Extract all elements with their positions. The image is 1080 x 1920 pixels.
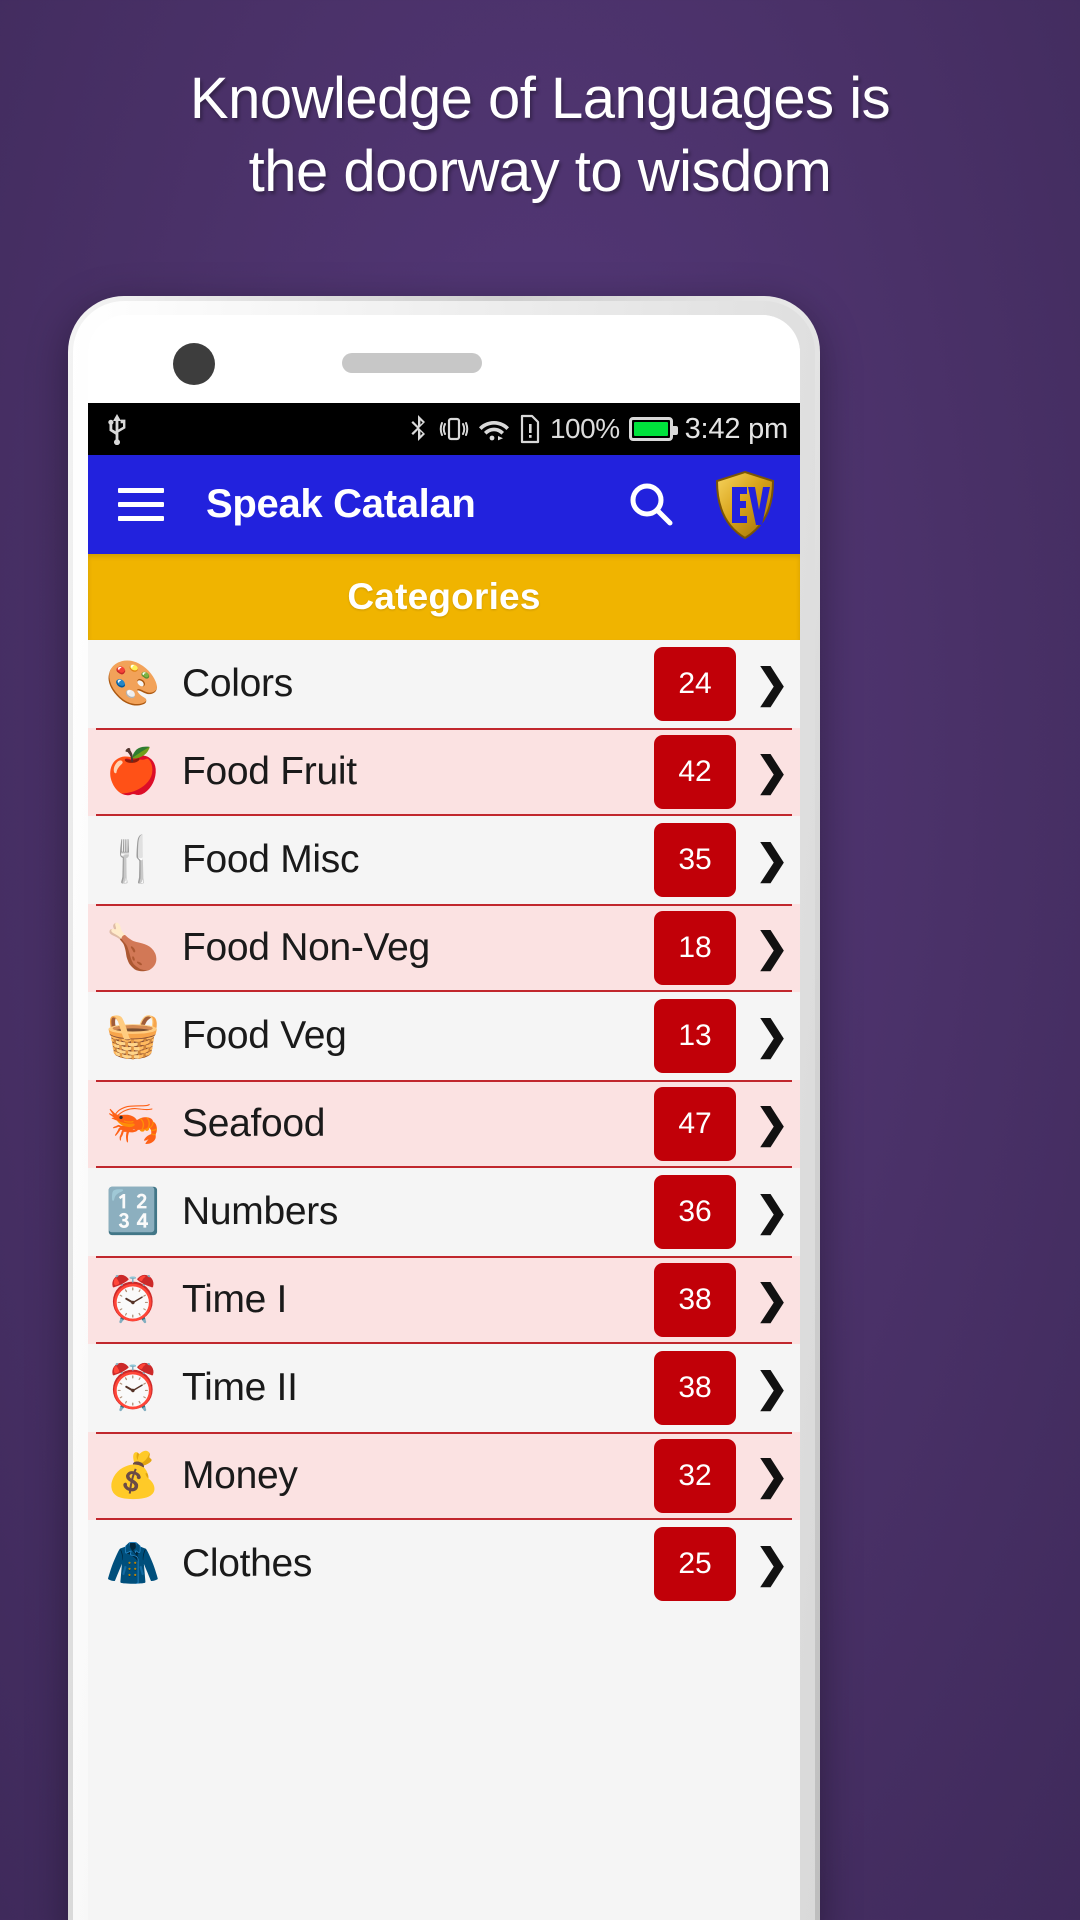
category-row[interactable]: 🦐 Seafood 47 ❯ (88, 1080, 800, 1168)
status-bar-right: 100% 3:42 pm (408, 413, 788, 446)
sim-alert-icon (520, 414, 540, 444)
category-count-badge: 13 (654, 999, 736, 1073)
category-label: Time I (182, 1278, 288, 1321)
category-row[interactable]: 🎨 Colors 24 ❯ (88, 640, 800, 728)
category-count-badge: 38 (654, 1351, 736, 1425)
chevron-right-icon[interactable]: ❯ (752, 928, 792, 968)
alarm-clock-icon: ⏰ (105, 1362, 161, 1413)
category-count-badge: 36 (654, 1175, 736, 1249)
battery-full-icon (628, 417, 678, 441)
category-row[interactable]: 🍗 Food Non-Veg 18 ❯ (88, 904, 800, 992)
category-row[interactable]: 🧥 Clothes 25 ❯ (88, 1520, 800, 1608)
promo-headline-line-2: the doorway to wisdom (248, 139, 832, 205)
app-bar: Speak Catalan (88, 455, 800, 554)
palette-icon: 🎨 (105, 658, 161, 709)
phone-mockup: 100% 3:42 pm Speak Catalan Categories 🎨 … (68, 296, 820, 1920)
category-count-badge: 42 (654, 735, 736, 809)
chevron-right-icon[interactable]: ❯ (752, 1544, 792, 1584)
category-label: Time II (182, 1366, 298, 1409)
category-label: Seafood (182, 1102, 326, 1145)
category-label: Food Fruit (182, 750, 357, 793)
apple-icon: 🍎 (105, 746, 161, 797)
category-label: Food Misc (182, 838, 360, 881)
category-count-badge: 18 (654, 911, 736, 985)
chevron-right-icon[interactable]: ❯ (752, 1456, 792, 1496)
phone-screen: 100% 3:42 pm Speak Catalan Categories 🎨 … (88, 315, 800, 1920)
category-row[interactable]: ⏰ Time I 38 ❯ (88, 1256, 800, 1344)
promo-headline-line-1: Knowledge of Languages is (189, 66, 891, 131)
category-count-badge: 24 (654, 647, 736, 721)
category-count-badge: 25 (654, 1527, 736, 1601)
chevron-right-icon[interactable]: ❯ (752, 664, 792, 704)
wifi-icon (478, 421, 509, 441)
category-count-badge: 32 (654, 1439, 736, 1513)
hamburger-menu-icon[interactable] (118, 488, 164, 521)
numbers-123-icon: 🔢 (105, 1186, 161, 1237)
chevron-right-icon[interactable]: ❯ (752, 1104, 792, 1144)
shrimp-icon: 🦐 (105, 1098, 161, 1149)
chevron-right-icon[interactable]: ❯ (752, 752, 792, 792)
category-label: Food Non-Veg (182, 926, 430, 969)
category-row[interactable]: 🍎 Food Fruit 42 ❯ (88, 728, 800, 816)
chevron-right-icon[interactable]: ❯ (752, 1016, 792, 1056)
money-bag-icon: 💰 (105, 1450, 161, 1501)
category-row[interactable]: 🔢 Numbers 36 ❯ (88, 1168, 800, 1256)
phone-top-hardware (88, 315, 800, 403)
app-title: Speak Catalan (206, 482, 476, 526)
category-label: Clothes (182, 1542, 313, 1585)
chevron-right-icon[interactable]: ❯ (752, 1280, 792, 1320)
bluetooth-icon (411, 415, 425, 441)
category-count-badge: 35 (654, 823, 736, 897)
category-label: Numbers (182, 1190, 339, 1233)
categories-section-header: Categories (88, 554, 800, 640)
poultry-leg-icon: 🍗 (105, 922, 161, 973)
earpiece-speaker (342, 353, 482, 373)
status-bar-left (106, 413, 128, 445)
chevron-right-icon[interactable]: ❯ (752, 840, 792, 880)
category-row[interactable]: 🍴 Food Misc 35 ❯ (88, 816, 800, 904)
usb-icon (108, 414, 126, 445)
category-count-badge: 47 (654, 1087, 736, 1161)
categories-list[interactable]: 🎨 Colors 24 ❯ 🍎 Food Fruit 42 ❯ 🍴 Food Misc 35 ❯ 🍗 Fo… (88, 640, 800, 1920)
status-bar: 100% 3:42 pm (88, 403, 800, 455)
categories-header-label: Categories (347, 576, 541, 617)
app-bar-actions (624, 470, 776, 540)
search-icon[interactable] (624, 478, 678, 532)
category-label: Money (182, 1454, 298, 1497)
battery-percent-label: 100% (549, 413, 620, 444)
status-bar-clock: 3:42 pm (684, 412, 789, 445)
vibrate-icon (439, 417, 469, 441)
category-row[interactable]: 🧺 Food Veg 13 ❯ (88, 992, 800, 1080)
chevron-right-icon[interactable]: ❯ (752, 1192, 792, 1232)
promo-headline: Knowledge of Languages is the doorway to… (0, 62, 1080, 208)
category-row[interactable]: ⏰ Time II 38 ❯ (88, 1344, 800, 1432)
category-label: Colors (182, 662, 293, 705)
cutlery-icon: 🍴 (105, 834, 161, 885)
veg-basket-icon: 🧺 (105, 1010, 161, 1061)
category-label: Food Veg (182, 1014, 347, 1057)
chevron-right-icon[interactable]: ❯ (752, 1368, 792, 1408)
category-row[interactable]: 💰 Money 32 ❯ (88, 1432, 800, 1520)
front-camera-icon (173, 343, 215, 385)
category-count-badge: 38 (654, 1263, 736, 1337)
alarm-clock-icon: ⏰ (105, 1274, 161, 1325)
phone-bezel: 100% 3:42 pm Speak Catalan Categories 🎨 … (73, 301, 815, 1920)
ev-shield-logo-icon[interactable] (714, 470, 776, 540)
coat-icon: 🧥 (105, 1538, 161, 1589)
